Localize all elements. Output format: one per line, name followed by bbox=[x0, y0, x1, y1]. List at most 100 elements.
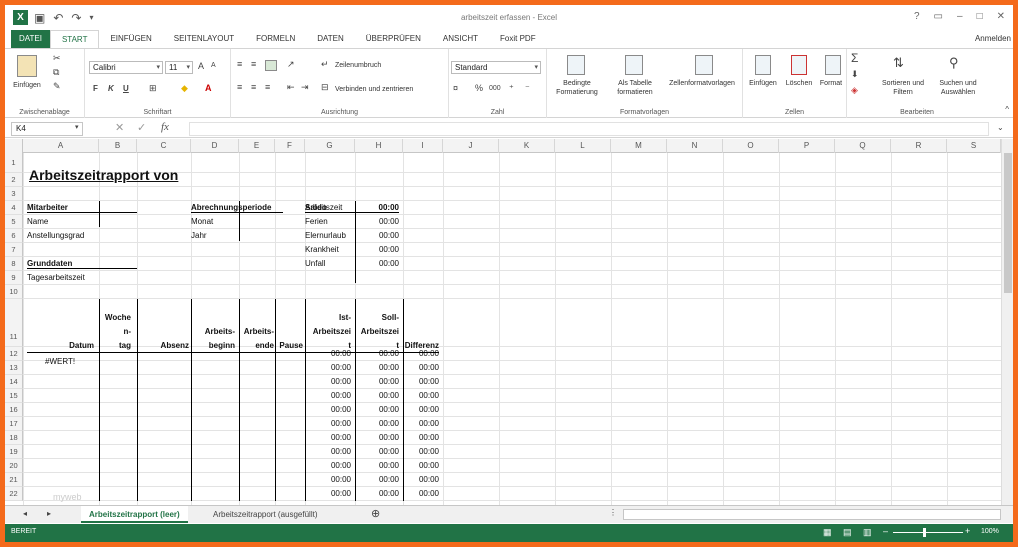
next-sheet-icon[interactable]: ▸ bbox=[47, 509, 51, 518]
row-header[interactable]: 14 bbox=[5, 375, 23, 389]
tab-foxit-pdf[interactable]: Foxit PDF bbox=[489, 30, 547, 48]
conditional-formatting-icon[interactable] bbox=[567, 55, 585, 75]
tab-daten[interactable]: DATEN bbox=[306, 30, 355, 48]
zoom-slider[interactable] bbox=[893, 532, 963, 533]
select-all-corner[interactable] bbox=[5, 139, 23, 153]
row-header[interactable]: 12 bbox=[5, 347, 23, 361]
help-icon[interactable]: ? bbox=[914, 11, 920, 22]
column-header[interactable]: G bbox=[305, 139, 355, 153]
page-layout-view-icon[interactable]: ▤ bbox=[843, 527, 852, 538]
column-header[interactable]: E bbox=[239, 139, 275, 153]
font-size-dropdown[interactable]: 11 bbox=[165, 61, 193, 74]
column-header[interactable]: S bbox=[947, 139, 1001, 153]
decrease-indent-icon[interactable]: ⇤ bbox=[287, 82, 295, 93]
row-header[interactable]: 22 bbox=[5, 487, 23, 501]
copy-icon[interactable]: ⧉ bbox=[53, 67, 59, 78]
collapse-ribbon-icon[interactable]: ^ bbox=[1005, 105, 1009, 114]
column-header[interactable]: B bbox=[99, 139, 137, 153]
delete-cells-button[interactable]: Löschen bbox=[781, 79, 817, 88]
merge-center-icon[interactable]: ⊟ bbox=[321, 82, 329, 93]
shrink-font-button[interactable]: A bbox=[211, 62, 216, 69]
redo-icon[interactable]: ↷ bbox=[71, 11, 81, 25]
tab-start[interactable]: START bbox=[49, 30, 100, 48]
zoom-slider-knob[interactable] bbox=[923, 528, 926, 537]
vertical-scroll-thumb[interactable] bbox=[1004, 153, 1012, 293]
paste-icon[interactable] bbox=[17, 55, 37, 77]
tab-split-icon[interactable]: ⋮ bbox=[609, 508, 617, 517]
name-box-dropdown-icon[interactable]: ▾ bbox=[75, 123, 79, 131]
underline-button[interactable]: U bbox=[123, 84, 129, 93]
delete-cells-icon[interactable] bbox=[791, 55, 807, 75]
row-header[interactable]: 9 bbox=[5, 271, 23, 285]
format-cells-icon[interactable] bbox=[825, 55, 841, 75]
font-name-dropdown[interactable]: Calibri bbox=[89, 61, 163, 74]
row-header[interactable]: 10 bbox=[5, 285, 23, 299]
sheet-tab-ausgefuellt[interactable]: Arbeitszeitrapport (ausgefüllt) bbox=[205, 506, 326, 523]
tab-seitenlayout[interactable]: SEITENLAYOUT bbox=[163, 30, 245, 48]
zoom-in-icon[interactable]: + bbox=[965, 526, 970, 536]
format-as-table-icon[interactable] bbox=[625, 55, 643, 75]
column-header[interactable]: D bbox=[191, 139, 239, 153]
decrease-decimal-icon[interactable]: ⁻ bbox=[525, 83, 530, 94]
find-select-button[interactable]: Suchen und Auswählen bbox=[931, 79, 985, 97]
cancel-icon[interactable]: ✕ bbox=[115, 121, 124, 134]
wrap-text-icon[interactable]: ↵ bbox=[321, 59, 329, 70]
cut-icon[interactable]: ✂ bbox=[53, 53, 61, 64]
row-header[interactable]: 6 bbox=[5, 229, 23, 243]
insert-cells-button[interactable]: Einfügen bbox=[743, 79, 783, 88]
bold-button[interactable]: F bbox=[93, 84, 98, 93]
normal-view-icon[interactable]: ▦ bbox=[823, 527, 832, 538]
column-header[interactable]: I bbox=[403, 139, 443, 153]
close-icon[interactable]: ✕ bbox=[997, 11, 1005, 22]
align-top-icon[interactable]: ≡ bbox=[237, 59, 242, 69]
column-header[interactable]: L bbox=[555, 139, 611, 153]
column-header[interactable]: N bbox=[667, 139, 723, 153]
grow-font-button[interactable]: A bbox=[198, 61, 204, 71]
paste-button[interactable]: Einfügen bbox=[9, 81, 45, 90]
format-painter-icon[interactable]: ✎ bbox=[53, 81, 61, 92]
row-header[interactable]: 17 bbox=[5, 417, 23, 431]
column-header[interactable]: M bbox=[611, 139, 667, 153]
autosum-icon[interactable]: Σ bbox=[851, 51, 858, 65]
prev-sheet-icon[interactable]: ◂ bbox=[23, 509, 27, 518]
insert-cells-icon[interactable] bbox=[755, 55, 771, 75]
font-color-icon[interactable]: A bbox=[205, 83, 212, 93]
fill-color-icon[interactable]: ◆ bbox=[181, 83, 188, 94]
vertical-scrollbar[interactable] bbox=[1001, 139, 1013, 505]
expand-formula-bar-icon[interactable]: ⌄ bbox=[997, 123, 1004, 132]
row-header[interactable]: 4 bbox=[5, 201, 23, 215]
number-format-dropdown[interactable]: Standard bbox=[451, 61, 541, 74]
row-header[interactable]: 18 bbox=[5, 431, 23, 445]
align-middle-icon[interactable]: ≡ bbox=[251, 59, 256, 69]
enter-icon[interactable]: ✓ bbox=[137, 121, 146, 134]
conditional-formatting-button[interactable]: Bedingte Formatierung bbox=[547, 79, 607, 97]
sort-filter-button[interactable]: Sortieren und Filtern bbox=[873, 79, 933, 97]
merge-center-button[interactable]: Verbinden und zentrieren bbox=[335, 85, 413, 94]
column-header[interactable]: J bbox=[443, 139, 499, 153]
wrap-text-button[interactable]: Zeilenumbruch bbox=[335, 61, 381, 70]
column-header[interactable]: P bbox=[779, 139, 835, 153]
row-header[interactable]: 3 bbox=[5, 187, 23, 201]
insert-function-icon[interactable]: fx bbox=[161, 121, 169, 133]
sign-in-link[interactable]: Anmelden bbox=[975, 34, 1011, 43]
thousands-button[interactable]: 000 bbox=[489, 85, 501, 92]
maximize-icon[interactable]: □ bbox=[977, 11, 983, 22]
column-header[interactable]: F bbox=[275, 139, 305, 153]
add-sheet-icon[interactable]: ⊕ bbox=[363, 506, 388, 523]
ribbon-display-icon[interactable]: ▭ bbox=[934, 11, 943, 22]
tab-ansicht[interactable]: ANSICHT bbox=[432, 30, 489, 48]
cell-styles-button[interactable]: Zellenformatvorlagen bbox=[661, 79, 743, 88]
undo-icon[interactable]: ↶ bbox=[53, 11, 63, 25]
align-bottom-icon[interactable] bbox=[265, 60, 277, 71]
row-header[interactable]: 11 bbox=[5, 299, 23, 347]
borders-icon[interactable]: ⊞ bbox=[149, 83, 157, 94]
minimize-icon[interactable]: – bbox=[957, 11, 963, 22]
customize-qat-icon[interactable]: ▾ bbox=[89, 13, 93, 22]
row-header[interactable]: 21 bbox=[5, 473, 23, 487]
orientation-icon[interactable]: ↗ bbox=[287, 59, 295, 70]
row-header[interactable]: 13 bbox=[5, 361, 23, 375]
fill-icon[interactable]: ⬇ bbox=[851, 69, 859, 80]
align-right-icon[interactable]: ≡ bbox=[265, 82, 270, 92]
align-left-icon[interactable]: ≡ bbox=[237, 82, 242, 92]
name-box[interactable]: K4 bbox=[11, 122, 83, 136]
